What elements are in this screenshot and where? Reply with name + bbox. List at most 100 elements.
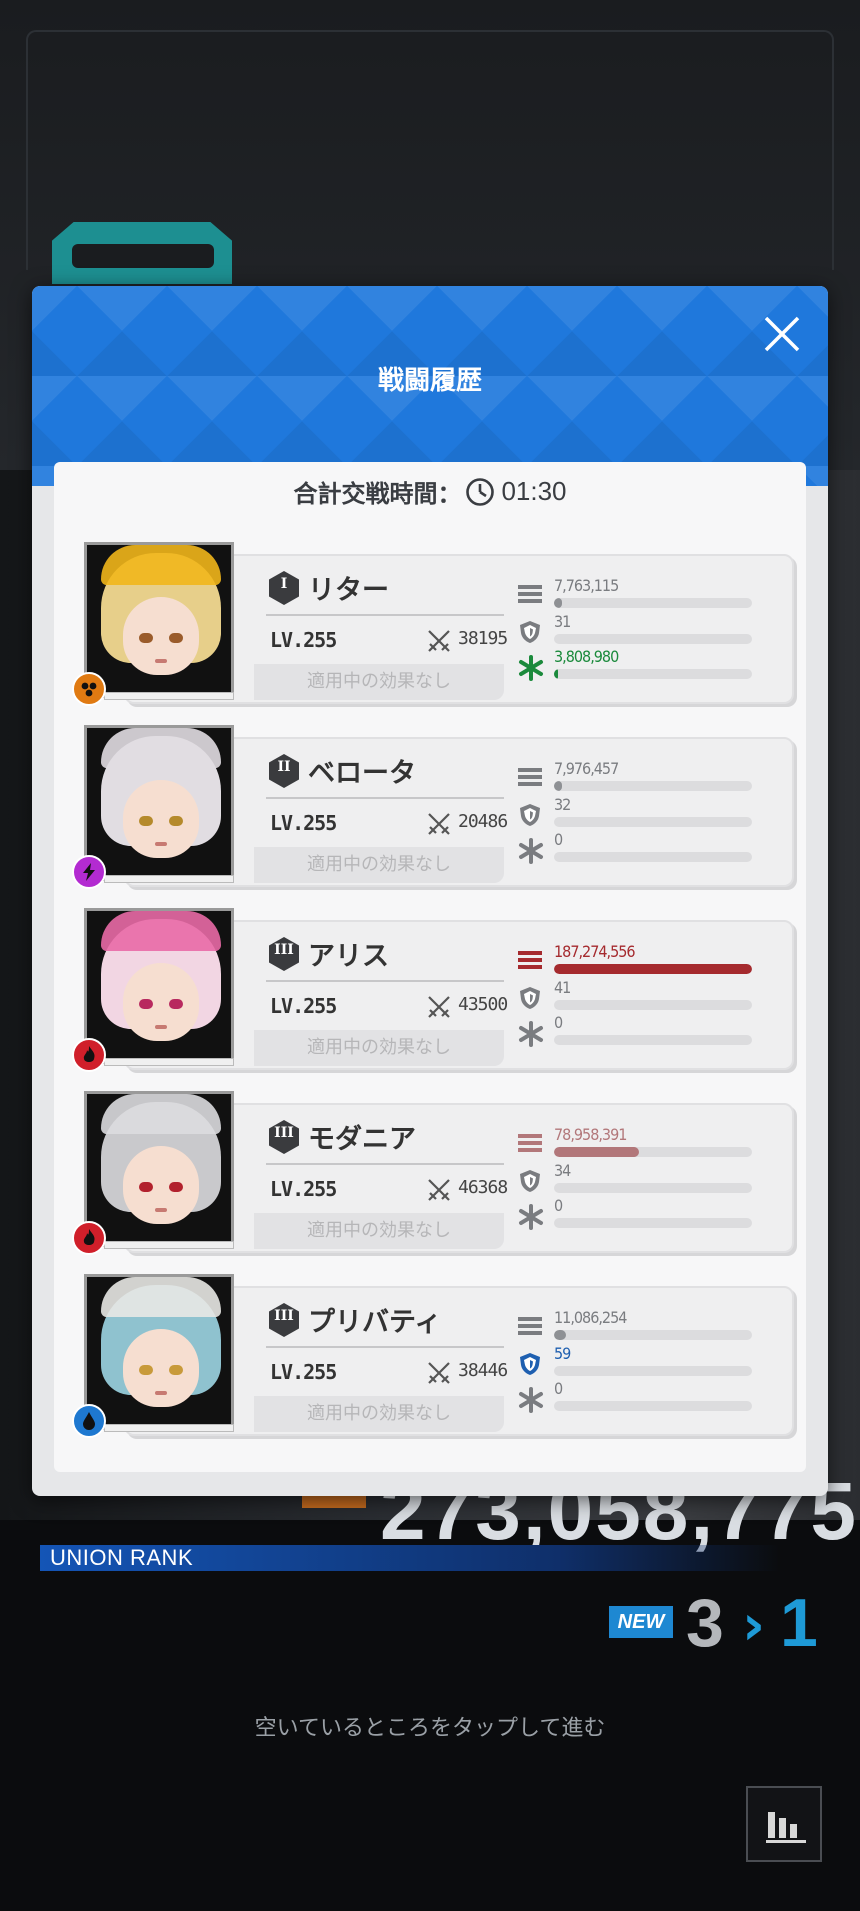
element-badge: [72, 1038, 106, 1072]
stat-damage-taken: 59: [518, 1344, 758, 1380]
character-level: LV.255: [270, 811, 337, 835]
stat-value: 7,763,115: [554, 576, 619, 595]
stat-bar: [554, 817, 752, 827]
statistics-button[interactable]: [746, 1786, 822, 1862]
active-effects: 適用中の効果なし: [254, 1213, 504, 1249]
stat-bar-fill: [554, 598, 562, 608]
stat-damage: 7,763,115: [518, 576, 758, 610]
stat-value: 32: [554, 795, 571, 814]
combat-power: 38446: [458, 1360, 508, 1381]
stat-bar: [554, 1401, 752, 1411]
rank-numeral: III: [274, 1308, 294, 1324]
stat-damage-taken: 32: [518, 795, 758, 831]
combat-power: 20486: [458, 811, 508, 832]
rank-new: 1: [780, 1585, 818, 1661]
damage-dealt-icon: [518, 1133, 544, 1157]
character-row[interactable]: II ベロータ LV.255 20486 適用中の効果なし 7,976,457 …: [72, 725, 794, 889]
portrait-headwear: [101, 728, 221, 768]
modal-title: 戦闘履歴: [377, 366, 482, 396]
combat-power-icon: [428, 630, 450, 652]
stat-bar: [554, 852, 752, 862]
character-row[interactable]: III プリバティ LV.255 38446 適用中の効果なし 11,086,2…: [72, 1274, 794, 1438]
shield-icon: [518, 1352, 542, 1380]
damage-dealt-icon: [518, 950, 544, 974]
shield-icon: [518, 986, 542, 1014]
character-name: プリバティ: [308, 1307, 442, 1338]
character-portrait: [84, 542, 234, 698]
heal-icon: [518, 1387, 544, 1417]
heal-icon: [518, 655, 544, 685]
portrait-mouth: [155, 1208, 167, 1212]
portrait-eye: [169, 816, 183, 826]
stat-heal: 0: [518, 1196, 758, 1230]
combat-power: 46368: [458, 1177, 508, 1198]
stat-value: 187,274,556: [554, 942, 636, 961]
stat-bar-fill: [554, 781, 562, 791]
stat-bar: [554, 1330, 752, 1340]
stat-value: 59: [554, 1344, 571, 1363]
character-name: ベロータ: [308, 758, 416, 789]
rank-numeral: III: [274, 942, 294, 958]
rank-numeral: II: [277, 759, 291, 775]
heal-icon: [518, 838, 544, 868]
stat-heal: 0: [518, 1379, 758, 1413]
rank-numeral: III: [274, 1125, 294, 1141]
stat-value: 11,086,254: [554, 1308, 627, 1327]
combat-power-icon: [428, 813, 450, 835]
damage-dealt-icon: [518, 584, 544, 608]
stat-bar: [554, 1366, 752, 1376]
stat-bar-fill: [554, 669, 558, 679]
rank-old: 3: [686, 1585, 724, 1661]
stat-bar: [554, 598, 752, 608]
portrait-face: [123, 597, 199, 675]
damage-dealt-icon: [518, 767, 544, 791]
portrait-headwear: [101, 1094, 221, 1134]
character-level: LV.255: [270, 1360, 337, 1384]
portrait-eye: [139, 633, 153, 643]
character-row[interactable]: I リター LV.255 38195 適用中の効果なし 7,763,115 31…: [72, 542, 794, 706]
modal-header: 戦闘履歴: [32, 286, 828, 486]
stat-value: 0: [554, 1379, 563, 1398]
portrait-headwear: [101, 911, 221, 951]
portrait-base: [104, 692, 234, 700]
shield-icon: [518, 1169, 542, 1197]
stat-bar-fill: [554, 964, 752, 974]
portrait-headwear: [101, 1277, 221, 1317]
stat-value: 7,976,457: [554, 759, 619, 778]
portrait-mouth: [155, 1391, 167, 1395]
new-badge: NEW: [609, 1606, 673, 1638]
active-effects: 適用中の効果なし: [254, 847, 504, 883]
close-button[interactable]: [756, 308, 808, 360]
stat-bar-fill: [554, 1330, 566, 1340]
stat-damage-taken: 34: [518, 1161, 758, 1197]
character-name: モダニア: [308, 1124, 416, 1155]
character-level: LV.255: [270, 994, 337, 1018]
stat-damage: 78,958,391: [518, 1125, 758, 1159]
character-portrait: [84, 1091, 234, 1247]
portrait-eye: [139, 1182, 153, 1192]
combat-power-icon: [428, 1179, 450, 1201]
character-row[interactable]: III アリス LV.255 43500 適用中の効果なし 187,274,55…: [72, 908, 794, 1072]
combat-power-icon: [428, 1362, 450, 1384]
portrait-headwear: [101, 545, 221, 585]
portrait-base: [104, 875, 234, 883]
portrait-mouth: [155, 842, 167, 846]
portrait-eye: [169, 1182, 183, 1192]
character-name: アリス: [308, 941, 389, 972]
portrait-face: [123, 780, 199, 858]
portrait-eye: [139, 999, 153, 1009]
heal-icon: [518, 1204, 544, 1234]
stat-bar-fill: [554, 1147, 640, 1157]
tap-to-continue-hint[interactable]: 空いているところをタップして進む: [0, 1710, 860, 1742]
stat-bar: [554, 1183, 752, 1193]
element-badge: [72, 855, 106, 889]
stat-bar: [554, 669, 752, 679]
stat-bar: [554, 781, 752, 791]
character-row[interactable]: III モダニア LV.255 46368 適用中の効果なし 78,958,39…: [72, 1091, 794, 1255]
stat-value: 0: [554, 1196, 563, 1215]
portrait-base: [104, 1424, 234, 1432]
stat-bar: [554, 1000, 752, 1010]
stat-damage-taken: 31: [518, 612, 758, 646]
shield-icon: [518, 803, 542, 831]
stat-value: 41: [554, 978, 571, 997]
